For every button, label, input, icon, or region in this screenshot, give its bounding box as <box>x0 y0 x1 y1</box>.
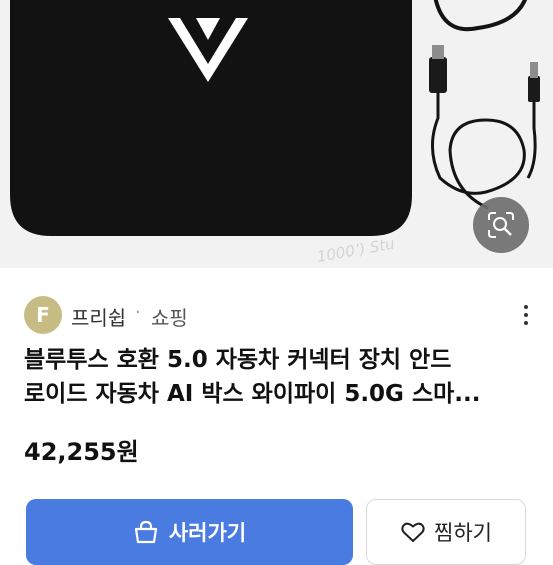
product-title-line2: 로이드 자동차 AI 박스 와이파이 5.0G 스마... <box>24 381 481 407</box>
heart-icon <box>401 522 425 542</box>
product-title[interactable]: 블루투스 호환 5.0 자동차 커넥터 장치 안드 로이드 자동차 AI 박스 … <box>24 343 529 411</box>
more-vertical-icon <box>524 305 528 309</box>
product-title-line1: 블루투스 호환 5.0 자동차 커넥터 장치 안드 <box>24 347 452 373</box>
buy-button[interactable]: 사러가기 <box>26 499 353 565</box>
image-search-icon <box>488 212 514 238</box>
wish-button-label: 찜하기 <box>434 521 492 545</box>
seller-name[interactable]: 프리쉽 <box>71 302 126 331</box>
image-search-button[interactable] <box>473 197 529 253</box>
product-price: 42,255원 <box>24 438 139 466</box>
product-image-area[interactable]: 1000’) Stu <box>0 0 553 268</box>
more-options-button[interactable] <box>512 300 540 330</box>
buy-button-label: 사러가기 <box>168 521 247 545</box>
seller-avatar[interactable]: F <box>24 296 62 334</box>
separator-dot: · <box>135 302 141 323</box>
wish-button[interactable]: 찜하기 <box>366 499 526 565</box>
shopping-bag-icon <box>134 520 157 544</box>
category-label: 쇼핑 <box>151 306 188 330</box>
product-photo: 1000’) Stu <box>0 0 553 268</box>
seller-row: F 프리쉽 · 쇼핑 <box>0 292 553 338</box>
